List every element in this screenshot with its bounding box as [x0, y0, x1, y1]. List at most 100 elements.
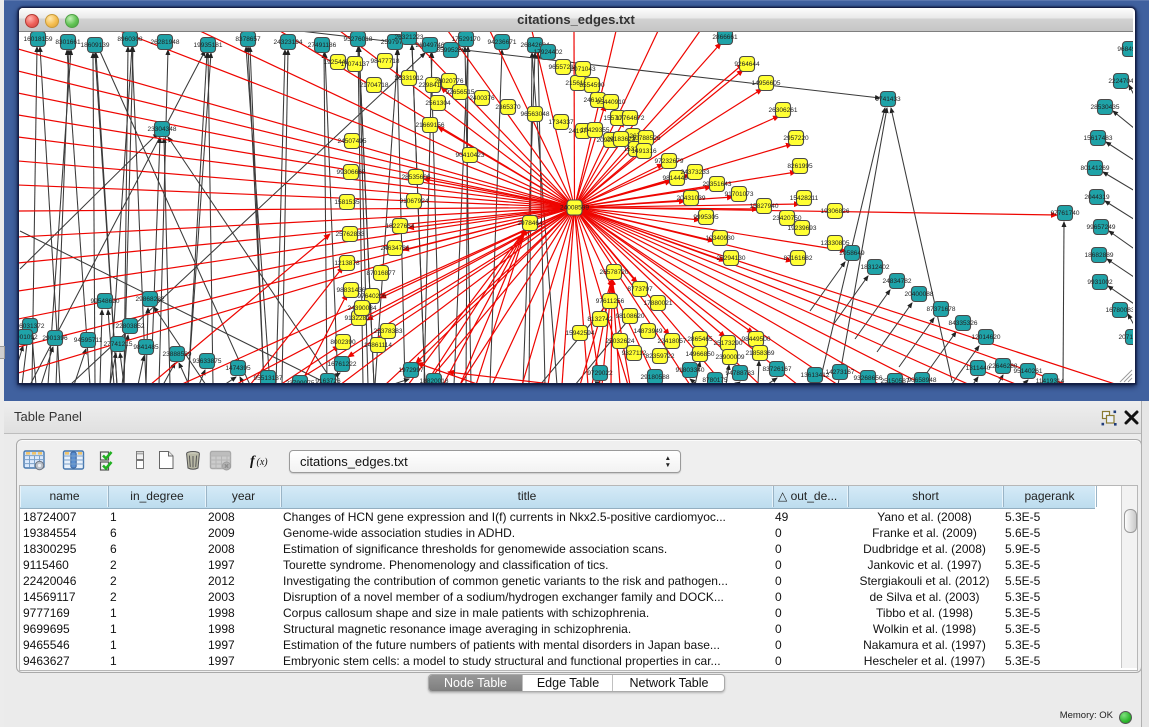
svg-text:94788783: 94788783 — [726, 370, 755, 377]
svg-text:26331912: 26331912 — [395, 75, 424, 82]
svg-text:9841485: 9841485 — [133, 344, 159, 351]
svg-text:98477718: 98477718 — [371, 58, 400, 65]
svg-text:26578720: 26578720 — [600, 269, 629, 276]
svg-text:99306668: 99306668 — [337, 169, 366, 176]
svg-text:14956605: 14956605 — [752, 80, 781, 87]
svg-text:1311440: 1311440 — [966, 365, 991, 372]
svg-text:2978464: 2978464 — [517, 220, 543, 227]
svg-text:24323194: 24323194 — [274, 39, 303, 46]
svg-text:20400088: 20400088 — [905, 291, 934, 298]
svg-text:2865465: 2865465 — [687, 336, 713, 343]
svg-text:14861114: 14861114 — [364, 342, 392, 349]
svg-text:25762833: 25762833 — [336, 231, 365, 238]
svg-text:10788526: 10788526 — [632, 135, 661, 142]
svg-text:91701073: 91701073 — [725, 191, 754, 198]
svg-text:84335326: 84335326 — [949, 320, 978, 327]
svg-text:8960308: 8960308 — [117, 36, 143, 43]
svg-text:9684934: 9684934 — [1117, 46, 1133, 53]
svg-text:26281948: 26281948 — [151, 39, 180, 46]
svg-text:80141269: 80141269 — [1081, 165, 1110, 172]
svg-text:29868282: 29868282 — [136, 296, 165, 303]
svg-text:24008599: 24008599 — [560, 205, 589, 212]
svg-text:22803852: 22803852 — [116, 323, 145, 330]
svg-text:8554590: 8554590 — [579, 82, 605, 89]
svg-text:18820018: 18820018 — [420, 378, 449, 383]
svg-text:99657249: 99657249 — [1087, 224, 1116, 231]
svg-text:20718818: 20718818 — [1119, 334, 1133, 341]
svg-text:17529170: 17529170 — [452, 36, 481, 43]
svg-text:21858369: 21858369 — [746, 350, 775, 357]
svg-text:95440910: 95440910 — [597, 99, 626, 106]
svg-text:12014620: 12014620 — [972, 334, 1001, 341]
svg-text:18682889: 18682889 — [1085, 252, 1114, 259]
svg-text:2901092: 2901092 — [19, 334, 38, 341]
svg-text:91803340: 91803340 — [676, 367, 705, 374]
svg-text:17880021: 17880021 — [644, 300, 673, 307]
svg-text:91067924: 91067924 — [400, 198, 429, 205]
svg-text:2058649: 2058649 — [839, 250, 865, 257]
svg-text:26321223: 26321223 — [395, 34, 424, 41]
svg-text:19239693: 19239693 — [788, 225, 817, 232]
svg-text:22418057: 22418057 — [658, 338, 687, 345]
svg-text:25150587: 25150587 — [881, 378, 910, 383]
svg-text:14873949: 14873949 — [634, 328, 663, 335]
svg-text:15617483: 15617483 — [1084, 135, 1113, 142]
svg-text:2400376: 2400376 — [469, 95, 495, 102]
svg-text:2866661: 2866661 — [712, 34, 738, 41]
svg-text:15827940: 15827940 — [750, 203, 779, 210]
svg-text:18227654: 18227654 — [386, 223, 415, 230]
svg-text:95276018: 95276018 — [344, 36, 373, 43]
svg-text:24634786: 24634786 — [381, 245, 410, 252]
svg-text:17764672: 17764672 — [616, 115, 645, 122]
svg-text:18609139: 18609139 — [81, 42, 110, 49]
svg-text:27741215: 27741215 — [104, 341, 133, 348]
svg-text:12330805: 12330805 — [821, 240, 850, 247]
svg-text:9264644: 9264644 — [734, 61, 760, 68]
svg-text:19935181: 19935181 — [194, 42, 223, 49]
svg-text:24507495: 24507495 — [338, 138, 367, 145]
svg-text:96563048: 96563048 — [521, 111, 550, 118]
svg-text:14273167: 14273167 — [826, 369, 855, 376]
svg-text:15942594: 15942594 — [566, 330, 595, 337]
svg-text:10429355: 10429355 — [581, 127, 610, 134]
svg-text:11419314: 11419314 — [1036, 378, 1065, 383]
svg-text:16761222: 16761222 — [328, 361, 357, 368]
svg-text:f: f — [250, 454, 256, 469]
svg-text:87161682: 87161682 — [784, 255, 813, 262]
svg-text:1581535: 1581535 — [334, 199, 360, 206]
svg-text:2365370: 2365370 — [495, 104, 521, 111]
svg-text:9163726: 9163726 — [315, 378, 341, 383]
svg-text:8773797: 8773797 — [627, 286, 653, 293]
svg-text:98449500: 98449500 — [742, 336, 771, 343]
svg-text:97611256: 97611256 — [596, 298, 625, 305]
svg-text:25294130: 25294130 — [717, 255, 746, 262]
svg-text:9729022: 9729022 — [587, 370, 613, 377]
svg-text:94595711: 94595711 — [74, 337, 103, 344]
svg-text:14966850: 14966850 — [686, 351, 715, 358]
svg-text:2044319: 2044319 — [1084, 194, 1110, 201]
svg-text:2071043: 2071043 — [570, 66, 596, 73]
svg-text:17924402: 17924402 — [534, 49, 563, 56]
svg-text:8261995: 8261995 — [787, 163, 813, 170]
svg-text:1734337: 1734337 — [548, 119, 574, 126]
svg-text:95140261: 95140261 — [1014, 368, 1043, 375]
svg-text:2224704: 2224704 — [1108, 78, 1133, 85]
svg-text:9931002: 9931002 — [1087, 279, 1113, 286]
svg-text:18312402: 18312402 — [861, 264, 890, 271]
svg-text:1474395: 1474395 — [225, 365, 251, 372]
svg-text:90658948: 90658948 — [908, 377, 937, 383]
svg-text:85995289: 85995289 — [437, 47, 466, 54]
svg-text:93268656: 93268656 — [854, 375, 883, 382]
svg-text:2901396: 2901396 — [42, 335, 68, 342]
svg-text:15428211: 15428211 — [790, 195, 819, 202]
svg-text:16780083: 16780083 — [1106, 307, 1133, 314]
svg-text:2957220: 2957220 — [783, 135, 809, 142]
svg-text:8301661: 8301661 — [55, 39, 81, 46]
svg-text:27491186: 27491186 — [308, 42, 337, 49]
svg-text:23304348: 23304348 — [148, 126, 177, 133]
svg-text:28535606: 28535606 — [402, 174, 431, 181]
svg-text:26306261: 26306261 — [769, 107, 798, 114]
svg-text:8132742: 8132742 — [587, 316, 613, 323]
svg-text:9995305: 9995305 — [693, 214, 719, 221]
svg-text:83726167: 83726167 — [763, 366, 792, 373]
